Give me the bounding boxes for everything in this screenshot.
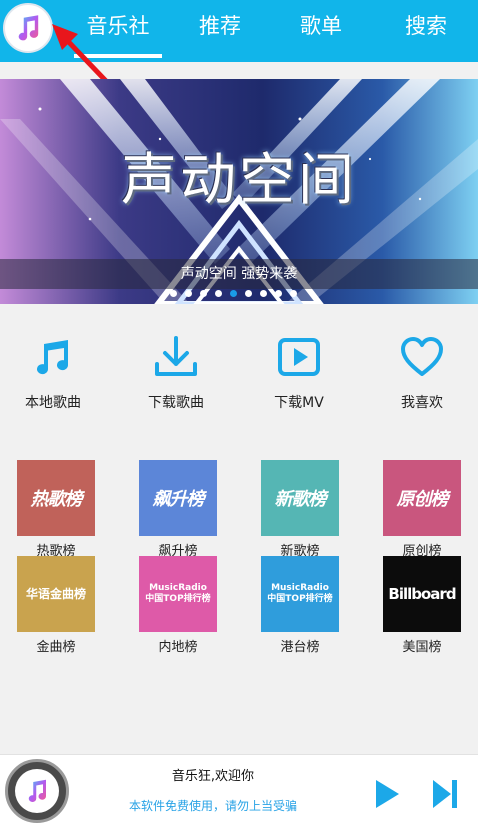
chart-cover-brand: MusicRadio: [271, 583, 329, 593]
chart-cover: 飙升榜: [139, 460, 217, 536]
pagination-dot[interactable]: [260, 290, 267, 297]
video-play-icon: [278, 338, 320, 376]
now-playing-title: 音乐狂,欢迎你: [171, 769, 255, 784]
chart-cover: 热歌榜: [17, 460, 95, 536]
downloaded-mv-button[interactable]: 下载MV: [249, 320, 349, 420]
pagination-dot-active[interactable]: [230, 290, 237, 297]
download-icon: [155, 336, 197, 376]
quick-action-label: 我喜欢: [401, 395, 443, 411]
chart-label: 港台榜: [280, 640, 320, 655]
album-art-center: [15, 769, 59, 813]
banner-pagination: [170, 290, 297, 297]
local-songs-button[interactable]: 本地歌曲: [3, 320, 103, 420]
chart-cover: MusicRadio 中国TOP排行榜: [261, 556, 339, 632]
pagination-dot[interactable]: [185, 290, 192, 297]
tab-music-club[interactable]: 音乐社: [74, 8, 162, 44]
chart-cover-subtitle: 中国TOP排行榜: [267, 594, 333, 604]
chart-label: 内地榜: [158, 640, 198, 655]
chart-cover: MusicRadio 中国TOP排行榜: [139, 556, 217, 632]
play-button[interactable]: [374, 779, 400, 809]
chart-original[interactable]: 原创榜 原创榜: [383, 460, 461, 559]
music-note-icon: [18, 15, 39, 41]
banner-title: 声动空间: [121, 148, 357, 213]
pagination-dot[interactable]: [170, 290, 177, 297]
chart-cover: Billboard: [383, 556, 461, 632]
music-note-icon: [28, 779, 47, 802]
banner-caption-bar: 声动空间 强势来袭: [0, 259, 478, 289]
album-art[interactable]: [5, 759, 69, 823]
quick-action-label: 本地歌曲: [25, 395, 81, 411]
chart-golden-hits[interactable]: 华语金曲榜 金曲榜: [17, 556, 95, 655]
pagination-dot[interactable]: [290, 290, 297, 297]
chart-cover-subtitle: 中国TOP排行榜: [145, 594, 211, 604]
chart-hot-songs[interactable]: 热歌榜 热歌榜: [17, 460, 95, 559]
banner-caption: 声动空间 强势来袭: [180, 266, 298, 282]
quick-actions: 本地歌曲 下载歌曲 下载MV 我喜欢: [0, 320, 478, 420]
chart-label: 美国榜: [402, 640, 442, 655]
top-nav-bar: 音乐社 推荐 歌单 搜索: [0, 0, 478, 62]
heart-icon: [401, 337, 443, 376]
pagination-dot[interactable]: [215, 290, 222, 297]
chart-cover-brand: MusicRadio: [149, 583, 207, 593]
quick-action-label: 下载MV: [274, 395, 324, 411]
pagination-dot[interactable]: [245, 290, 252, 297]
chart-label: 金曲榜: [36, 640, 76, 655]
tab-search[interactable]: 搜索: [381, 8, 471, 44]
downloaded-songs-button[interactable]: 下载歌曲: [126, 320, 226, 420]
chart-cover: 华语金曲榜: [17, 556, 95, 632]
music-note-icon: [37, 340, 69, 375]
chart-mainland[interactable]: MusicRadio 中国TOP排行榜 内地榜: [139, 556, 217, 655]
next-track-button[interactable]: [432, 779, 458, 809]
promo-banner[interactable]: 声动空间 声动空间 强势来袭: [0, 79, 478, 304]
now-playing-subtitle: 本软件免费使用，请勿上当受骗: [128, 799, 297, 813]
chart-cover: 原创榜: [383, 460, 461, 536]
chart-cover: 新歌榜: [261, 460, 339, 536]
active-tab-indicator: [74, 54, 162, 58]
pagination-dot[interactable]: [275, 290, 282, 297]
tab-playlist[interactable]: 歌单: [276, 8, 366, 44]
chart-us[interactable]: Billboard 美国榜: [383, 556, 461, 655]
chart-new-songs[interactable]: 新歌榜 新歌榜: [261, 460, 339, 559]
tab-recommend[interactable]: 推荐: [175, 8, 265, 44]
mini-player: 音乐狂,欢迎你 本软件免费使用，请勿上当受骗: [0, 754, 478, 828]
chart-hk-tw[interactable]: MusicRadio 中国TOP排行榜 港台榜: [261, 556, 339, 655]
app-avatar-button[interactable]: [3, 3, 53, 53]
pagination-dot[interactable]: [200, 290, 207, 297]
chart-rising[interactable]: 飙升榜 飙升榜: [139, 460, 217, 559]
favorites-button[interactable]: 我喜欢: [372, 320, 472, 420]
quick-action-label: 下载歌曲: [148, 395, 204, 411]
